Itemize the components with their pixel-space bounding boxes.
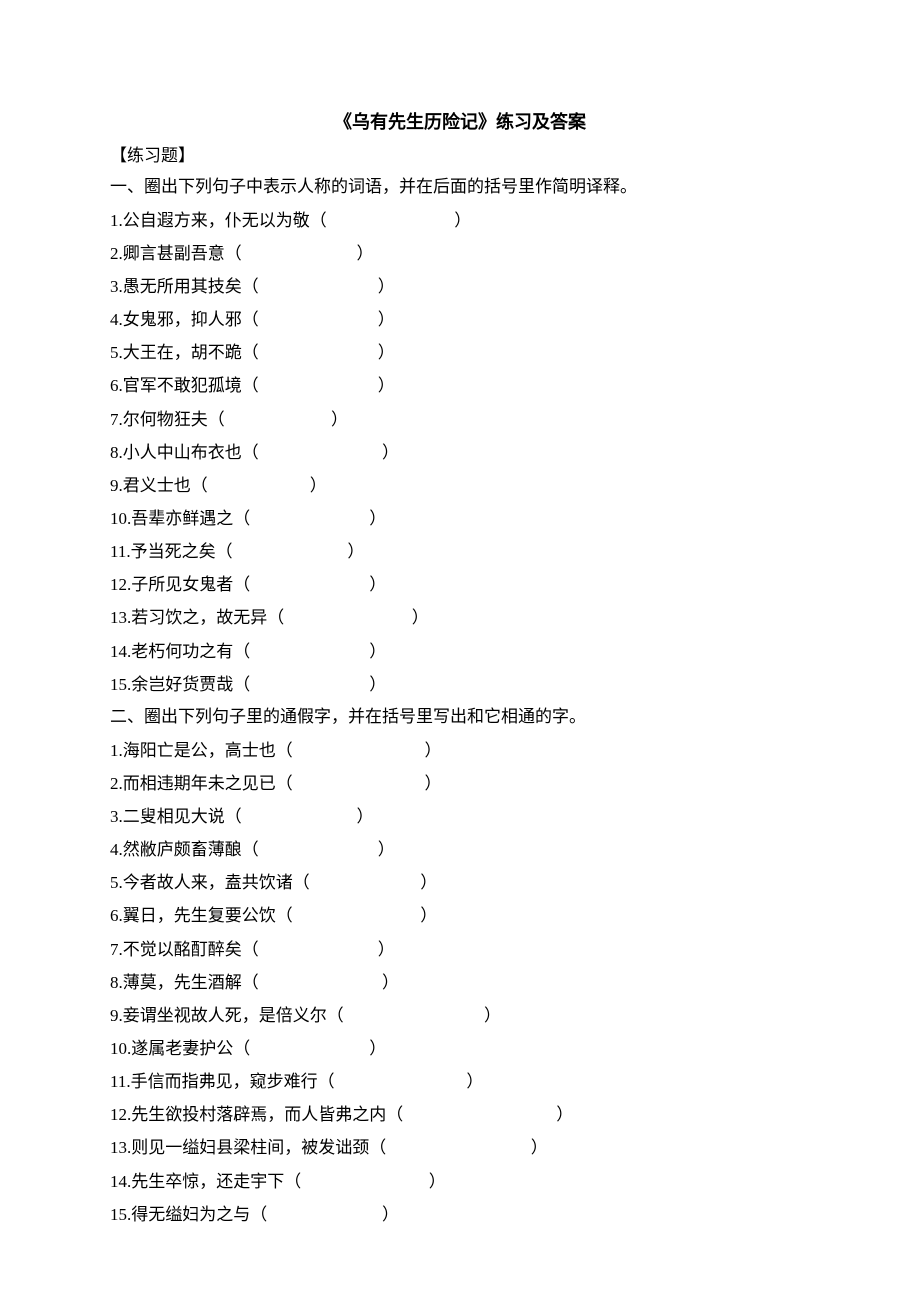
section2-item: 3.二叟相见大说（ ）	[110, 800, 810, 833]
section2-item: 7.不觉以酩酊醉矣（ ）	[110, 933, 810, 966]
section1-item: 6.官军不敢犯孤境（ ）	[110, 369, 810, 402]
section2-item: 10.遂属老妻护公（ ）	[110, 1032, 810, 1065]
section2-item: 14.先生卒惊，还走宇下（ ）	[110, 1165, 810, 1198]
section2-item: 12.先生欲投村落辟焉，而人皆弗之内（ ）	[110, 1098, 810, 1131]
section2-item: 8.薄莫，先生酒解（ ）	[110, 966, 810, 999]
section2-item: 15.得无缢妇为之与（ ）	[110, 1198, 810, 1231]
section1-item: 2.卿言甚副吾意（ ）	[110, 237, 810, 270]
section2-item: 6.翼日，先生复要公饮（ ）	[110, 899, 810, 932]
section1-item: 8.小人中山布衣也（ ）	[110, 436, 810, 469]
section2-item: 2.而相违期年未之见已（ ）	[110, 767, 810, 800]
section2-item: 9.妾谓坐视故人死，是倍义尔（ ）	[110, 999, 810, 1032]
section1-item: 7.尔何物狂夫（ ）	[110, 403, 810, 436]
section1-item: 13.若习饮之，故无异（ ）	[110, 601, 810, 634]
document-page: 《乌有先生历险记》练习及答案 【练习题】 一、圈出下列句子中表示人称的词语，并在…	[0, 0, 920, 1291]
section2-item: 13.则见一缢妇县梁柱间，被发诎颈（ ）	[110, 1131, 810, 1164]
document-title: 《乌有先生历险记》练习及答案	[110, 108, 810, 134]
section2-heading: 二、圈出下列句子里的通假字，并在括号里写出和它相通的字。	[110, 703, 810, 732]
practice-label: 【练习题】	[110, 142, 810, 171]
section1-item: 5.大王在，胡不跪（ ）	[110, 336, 810, 369]
section1-item: 10.吾辈亦鲜遇之（ ）	[110, 502, 810, 535]
section1-item: 11.予当死之矣（ ）	[110, 535, 810, 568]
section1-item: 15.余岂好货贾哉（ ）	[110, 668, 810, 701]
section1-item: 14.老朽何功之有（ ）	[110, 635, 810, 668]
section2-item: 5.今者故人来，盍共饮诸（ ）	[110, 866, 810, 899]
section1-item: 12.子所见女鬼者（ ）	[110, 568, 810, 601]
section1-item: 4.女鬼邪，抑人邪（ ）	[110, 303, 810, 336]
section2-item: 4.然敝庐颇畜薄酿（ ）	[110, 833, 810, 866]
section2-item: 11.手信而指弗见，窥步难行（ ）	[110, 1065, 810, 1098]
section2-item: 1.海阳亡是公，高士也（ ）	[110, 734, 810, 767]
section1-item: 1.公自遐方来，仆无以为敬（ ）	[110, 204, 810, 237]
section1-heading: 一、圈出下列句子中表示人称的词语，并在后面的括号里作简明译释。	[110, 173, 810, 202]
section1-item: 9.君义士也（ ）	[110, 469, 810, 502]
section1-item: 3.愚无所用其技矣（ ）	[110, 270, 810, 303]
